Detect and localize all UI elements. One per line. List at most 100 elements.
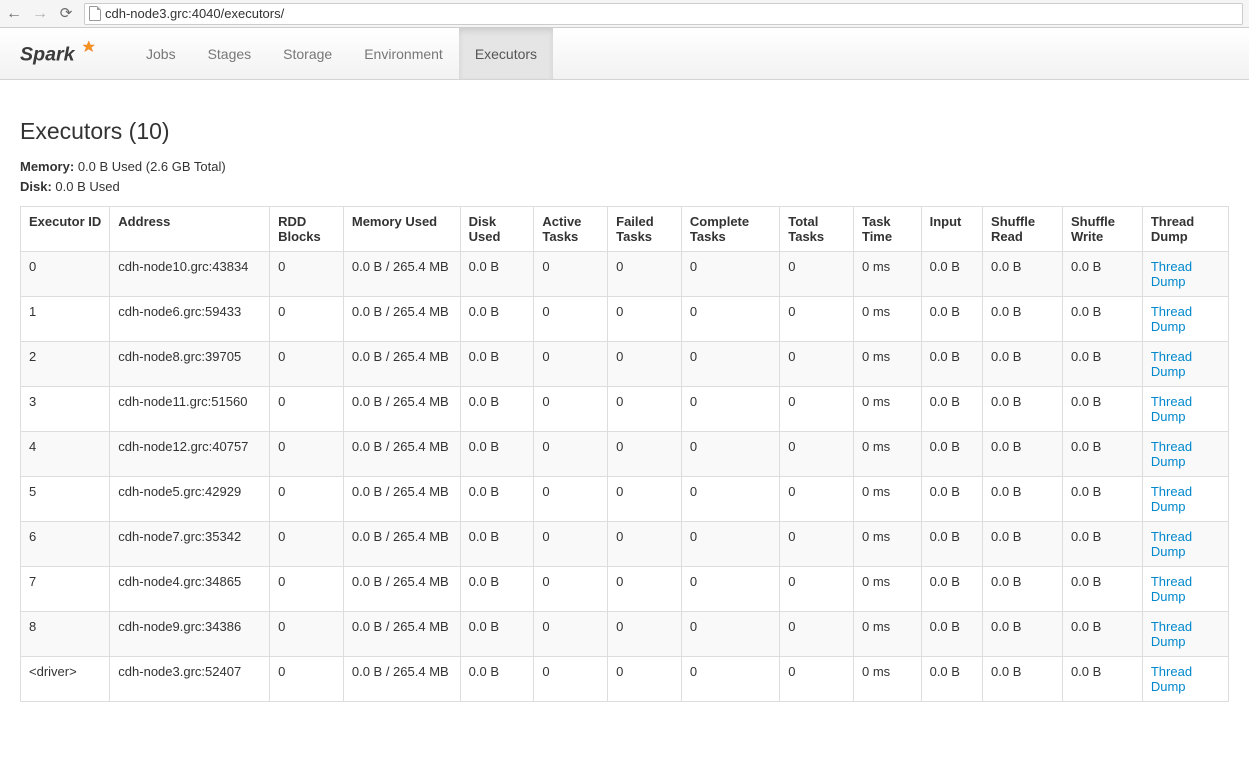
table-cell: 0 ms [853,252,921,297]
table-cell: 0.0 B [1062,612,1142,657]
col-header[interactable]: Thread Dump [1142,207,1228,252]
table-cell: 0.0 B [460,342,534,387]
table-cell: 0.0 B [1062,432,1142,477]
back-icon[interactable]: ← [6,6,22,22]
table-cell: 6 [21,522,110,567]
table-cell: 0 [534,297,608,342]
url-text: cdh-node3.grc:4040/executors/ [105,6,284,21]
thread-dump-link[interactable]: Thread Dump [1151,349,1192,379]
table-cell: 0.0 B [1062,567,1142,612]
table-cell: cdh-node8.grc:39705 [110,342,270,387]
address-bar[interactable]: cdh-node3.grc:4040/executors/ [84,3,1243,25]
col-header[interactable]: Disk Used [460,207,534,252]
col-header[interactable]: Input [921,207,982,252]
thread-dump-link[interactable]: Thread Dump [1151,619,1192,649]
col-header[interactable]: Complete Tasks [681,207,779,252]
table-cell: 0.0 B [921,387,982,432]
table-cell: 0 [681,252,779,297]
nav-tab-jobs[interactable]: Jobs [130,28,192,79]
table-cell: 0 [270,342,344,387]
navbar: Spark JobsStagesStorageEnvironmentExecut… [0,28,1249,80]
table-cell: 0 [681,567,779,612]
browser-toolbar: ← → ⟳ cdh-node3.grc:4040/executors/ [0,0,1249,28]
table-cell: Thread Dump [1142,657,1228,702]
table-cell: Thread Dump [1142,387,1228,432]
table-cell: 0 [21,252,110,297]
table-cell: 0 [608,432,682,477]
table-cell: Thread Dump [1142,522,1228,567]
table-cell: 0 ms [853,612,921,657]
table-cell: cdh-node4.grc:34865 [110,567,270,612]
table-cell: 0.0 B [921,477,982,522]
table-cell: Thread Dump [1142,612,1228,657]
table-cell: 0 [608,342,682,387]
col-header[interactable]: Shuffle Write [1062,207,1142,252]
spark-logo[interactable]: Spark [20,34,110,74]
page-icon [89,6,101,21]
table-cell: 0 [608,657,682,702]
nav-tab-storage[interactable]: Storage [267,28,348,79]
table-row: 5cdh-node5.grc:4292900.0 B / 265.4 MB0.0… [21,477,1229,522]
table-cell: Thread Dump [1142,567,1228,612]
table-cell: 0.0 B [460,297,534,342]
memory-value: 0.0 B Used (2.6 GB Total) [78,159,226,174]
table-cell: 0.0 B / 265.4 MB [343,342,460,387]
table-cell: <driver> [21,657,110,702]
table-cell: 0.0 B [1062,657,1142,702]
col-header[interactable]: Shuffle Read [983,207,1063,252]
table-cell: 0 [608,567,682,612]
table-row: 3cdh-node11.grc:5156000.0 B / 265.4 MB0.… [21,387,1229,432]
thread-dump-link[interactable]: Thread Dump [1151,304,1192,334]
table-cell: 0 [780,477,854,522]
col-header[interactable]: Address [110,207,270,252]
table-cell: 0 ms [853,567,921,612]
table-cell: 0.0 B [983,657,1063,702]
table-cell: 0.0 B [460,612,534,657]
thread-dump-link[interactable]: Thread Dump [1151,439,1192,469]
col-header[interactable]: RDD Blocks [270,207,344,252]
table-cell: 0.0 B [983,387,1063,432]
table-cell: 0 [270,387,344,432]
table-cell: 0.0 B [460,252,534,297]
table-cell: 0 [270,657,344,702]
thread-dump-link[interactable]: Thread Dump [1151,484,1192,514]
col-header[interactable]: Total Tasks [780,207,854,252]
table-body: 0cdh-node10.grc:4383400.0 B / 265.4 MB0.… [21,252,1229,702]
col-header[interactable]: Failed Tasks [608,207,682,252]
table-cell: 0 [270,297,344,342]
nav-tab-executors[interactable]: Executors [459,28,553,79]
reload-icon[interactable]: ⟳ [58,6,74,21]
forward-icon[interactable]: → [32,6,48,22]
summary: Memory: 0.0 B Used (2.6 GB Total) Disk: … [20,157,1229,196]
content: Executors (10) Memory: 0.0 B Used (2.6 G… [0,80,1249,732]
table-cell: 0 [608,477,682,522]
thread-dump-link[interactable]: Thread Dump [1151,664,1192,694]
nav-tab-stages[interactable]: Stages [192,28,268,79]
thread-dump-link[interactable]: Thread Dump [1151,574,1192,604]
thread-dump-link[interactable]: Thread Dump [1151,259,1192,289]
table-cell: 0 [681,522,779,567]
table-cell: 1 [21,297,110,342]
table-cell: 0.0 B [921,252,982,297]
thread-dump-link[interactable]: Thread Dump [1151,394,1192,424]
table-cell: 0.0 B [1062,387,1142,432]
thread-dump-link[interactable]: Thread Dump [1151,529,1192,559]
table-cell: 0 [780,297,854,342]
table-cell: 0.0 B [921,342,982,387]
table-cell: 0.0 B [983,522,1063,567]
table-cell: 0 [681,297,779,342]
col-header[interactable]: Memory Used [343,207,460,252]
table-cell: 0 [270,522,344,567]
table-cell: 0 [270,477,344,522]
nav-tab-environment[interactable]: Environment [348,28,459,79]
table-cell: 0.0 B [921,522,982,567]
table-cell: 0 [608,387,682,432]
col-header[interactable]: Executor ID [21,207,110,252]
col-header[interactable]: Task Time [853,207,921,252]
table-cell: cdh-node10.grc:43834 [110,252,270,297]
col-header[interactable]: Active Tasks [534,207,608,252]
table-cell: 0 [608,522,682,567]
table-cell: 0.0 B / 265.4 MB [343,612,460,657]
table-cell: 0 [780,567,854,612]
table-cell: 0 [534,522,608,567]
